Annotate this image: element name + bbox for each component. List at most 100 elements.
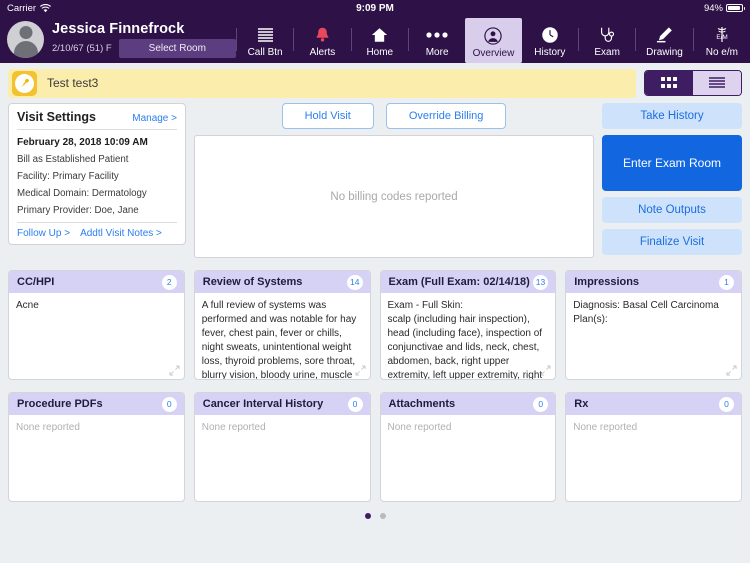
select-room-button[interactable]: Select Room [119,39,236,58]
visit-settings-header: Visit Settings Manage > [17,110,177,124]
pin-icon [15,74,34,93]
page-indicator [8,513,742,519]
person-avatar-icon [7,21,44,58]
visit-banner[interactable]: Test test3 [8,69,636,98]
card-body: A full review of systems was performed a… [195,293,370,379]
main-content: Visit Settings Manage > February 28, 201… [0,103,750,519]
finalize-visit-button[interactable]: Finalize Visit [602,229,742,255]
visit-datetime: February 28, 2018 10:09 AM [17,134,177,151]
card-header: Procedure PDFs 0 [9,393,184,415]
enter-exam-room-button[interactable]: Enter Exam Room [602,135,742,191]
card-header: CC/HPI 2 [9,271,184,293]
nav-item-exam[interactable]: Exam [579,16,635,63]
card-title: Impressions [574,276,639,288]
card-cancer-interval-history[interactable]: Cancer Interval History 0 None reported [194,392,371,502]
patient-header[interactable]: Jessica Finnefrock 2/10/67 (51) F Select… [0,16,236,63]
card-body: None reported [381,415,556,501]
expand-icon[interactable] [355,365,366,376]
expand-icon[interactable] [540,365,551,376]
list-view-button[interactable] [693,71,741,95]
card-rx[interactable]: Rx 0 None reported [565,392,742,502]
billing-codes-panel: No billing codes reported [194,135,594,258]
nav-item-history[interactable]: History [522,16,578,63]
take-history-button[interactable]: Take History [602,103,742,129]
billing-section: Hold Visit Override Billing No billing c… [194,103,594,258]
card-badge: 2 [162,275,177,290]
nav-label: Call Btn [248,47,283,58]
visit-settings-title: Visit Settings [17,110,96,124]
note-outputs-button[interactable]: Note Outputs [602,197,742,223]
action-buttons: Take History Enter Exam Room Note Output… [602,103,742,255]
card-badge: 0 [719,397,734,412]
card-title: Exam (Full Exam: 02/14/18) [389,276,530,288]
card-title: Rx [574,398,588,410]
card-badge: 14 [347,275,362,290]
card-attachments[interactable]: Attachments 0 None reported [380,392,557,502]
nav-item-overview[interactable]: Overview [465,18,521,63]
card-row-1: CC/HPI 2 Acne Review of Systems 14 A ful… [8,270,742,380]
top-navigation-bar: Jessica Finnefrock 2/10/67 (51) F Select… [0,16,750,63]
nav-label: Exam [594,47,620,58]
page-dot-1[interactable] [365,513,371,519]
expand-icon[interactable] [169,365,180,376]
card-header: Exam (Full Exam: 02/14/18) 13 [381,271,556,293]
card-exam[interactable]: Exam (Full Exam: 02/14/18) 13 Exam - Ful… [380,270,557,380]
person-circle-icon [484,27,502,45]
nav-label: Home [366,47,393,58]
card-review-of-systems[interactable]: Review of Systems 14 A full review of sy… [194,270,371,380]
nav-item-call-btn[interactable]: Call Btn [237,16,293,63]
grid-view-icon [660,76,678,90]
manage-link[interactable]: Manage > [132,113,177,124]
card-title: CC/HPI [17,276,54,288]
card-title: Attachments [389,398,456,410]
nav-item-alerts[interactable]: Alerts [294,16,350,63]
list-view-icon [707,76,727,90]
nav-label: History [534,47,565,58]
card-body: None reported [195,415,370,501]
divider [17,129,177,130]
pencil-icon [655,26,674,44]
card-header: Attachments 0 [381,393,556,415]
expand-icon[interactable] [726,365,737,376]
hold-visit-button[interactable]: Hold Visit [282,103,374,129]
card-header: Impressions 1 [566,271,741,293]
nav-item-more[interactable]: More [409,16,465,63]
follow-up-link[interactable]: Follow Up > [17,228,70,239]
caduceus-em-icon: E/M [712,26,732,44]
battery-icon [726,4,743,12]
card-badge: 13 [533,275,548,290]
card-badge: 0 [533,397,548,412]
nav-label: No e/m [706,47,738,58]
card-title: Cancer Interval History [203,398,323,410]
home-icon [371,26,388,44]
override-billing-button[interactable]: Override Billing [386,103,507,129]
bill-as-value: Bill as Established Patient [17,151,177,168]
card-header: Cancer Interval History 0 [195,393,370,415]
status-bar-left: Carrier [7,3,51,14]
card-procedure-pdfs[interactable]: Procedure PDFs 0 None reported [8,392,185,502]
card-row-2: Procedure PDFs 0 None reported Cancer In… [8,392,742,502]
nav-item-drawing[interactable]: Drawing [636,16,692,63]
card-body: Diagnosis: Basal Cell Carcinoma Plan(s): [566,293,741,379]
pin-button[interactable] [12,71,37,96]
card-impressions[interactable]: Impressions 1 Diagnosis: Basal Cell Carc… [565,270,742,380]
grid-view-button[interactable] [645,71,693,95]
banner-row: Test test3 [0,63,750,103]
patient-dob: 2/10/67 (51) F [52,43,112,54]
banner-text: Test test3 [47,76,98,90]
billing-empty-text: No billing codes reported [330,191,457,203]
card-title: Review of Systems [203,276,303,288]
nav-label: Alerts [310,47,336,58]
card-body: Acne [9,293,184,379]
top-row: Visit Settings Manage > February 28, 201… [8,103,742,258]
call-button-icon [257,26,274,44]
stethoscope-icon [598,26,616,44]
addtl-visit-notes-link[interactable]: Addtl Visit Notes > [80,228,162,239]
carrier-label: Carrier [7,3,36,14]
patient-info: Jessica Finnefrock 2/10/67 (51) F Select… [52,21,236,58]
card-cc-hpi[interactable]: CC/HPI 2 Acne [8,270,185,380]
nav-item-no-em[interactable]: E/M No e/m [694,16,750,63]
page-dot-2[interactable] [380,513,386,519]
card-title: Procedure PDFs [17,398,103,410]
nav-item-home[interactable]: Home [352,16,408,63]
